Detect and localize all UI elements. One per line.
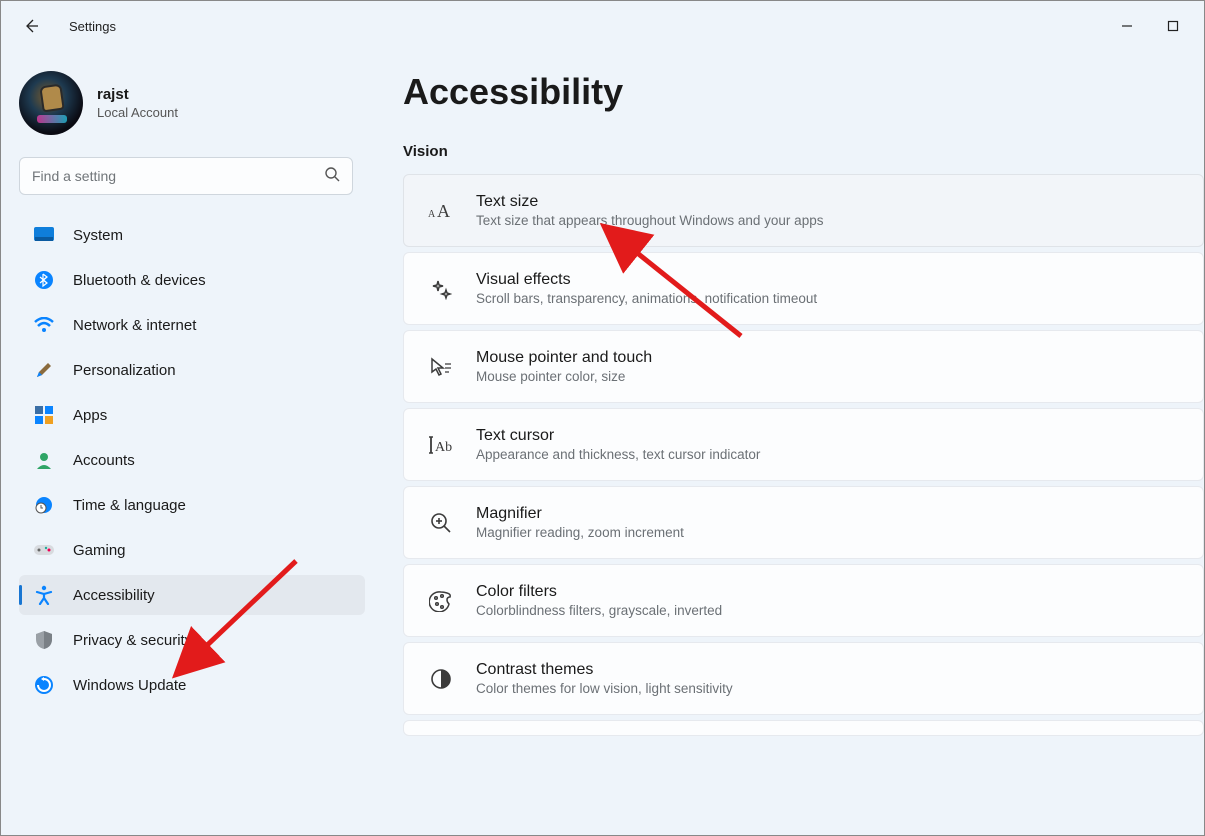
clock-globe-icon	[33, 494, 55, 516]
nav-item-time[interactable]: Time & language	[19, 485, 365, 525]
card-text-size[interactable]: AA Text size Text size that appears thro…	[403, 174, 1204, 247]
back-button[interactable]	[21, 16, 41, 36]
nav-label: Personalization	[73, 362, 176, 379]
card-mouse-pointer[interactable]: Mouse pointer and touch Mouse pointer co…	[403, 330, 1204, 403]
card-title: Text cursor	[476, 427, 760, 445]
nav-label: Accounts	[73, 452, 135, 469]
nav-label: Bluetooth & devices	[73, 272, 206, 289]
sparkle-icon	[428, 276, 454, 302]
sidebar: rajst Local Account System	[1, 51, 371, 835]
page-title: Accessibility	[403, 71, 1204, 113]
shield-icon	[33, 629, 55, 651]
profile-subtitle: Local Account	[97, 105, 178, 120]
card-title: Magnifier	[476, 505, 684, 523]
window-controls	[1104, 10, 1196, 42]
card-partial-next[interactable]	[403, 720, 1204, 736]
maximize-button[interactable]	[1150, 10, 1196, 42]
text-cursor-icon: Ab	[428, 432, 454, 458]
nav-item-gaming[interactable]: Gaming	[19, 530, 365, 570]
wifi-icon	[33, 314, 55, 336]
search-input[interactable]	[32, 168, 324, 184]
main-content: Accessibility Vision AA Text size Text s…	[371, 51, 1204, 835]
section-label: Vision	[403, 143, 1204, 160]
person-icon	[33, 449, 55, 471]
nav-item-personalization[interactable]: Personalization	[19, 350, 365, 390]
nav-item-update[interactable]: Windows Update	[19, 665, 365, 705]
card-subtitle: Scroll bars, transparency, animations, n…	[476, 291, 817, 306]
nav-item-apps[interactable]: Apps	[19, 395, 365, 435]
card-subtitle: Text size that appears throughout Window…	[476, 213, 823, 228]
card-title: Color filters	[476, 583, 722, 601]
magnifier-icon	[428, 510, 454, 536]
card-title: Visual effects	[476, 271, 817, 289]
cursor-icon	[428, 354, 454, 380]
nav-label: Accessibility	[73, 587, 155, 604]
card-title: Mouse pointer and touch	[476, 349, 652, 367]
svg-text:A: A	[428, 209, 436, 220]
bluetooth-icon	[33, 269, 55, 291]
nav-label: Apps	[73, 407, 107, 424]
apps-icon	[33, 404, 55, 426]
card-subtitle: Appearance and thickness, text cursor in…	[476, 447, 760, 462]
avatar	[19, 71, 83, 135]
search-box[interactable]	[19, 157, 353, 195]
paintbrush-icon	[33, 359, 55, 381]
nav-list: System Bluetooth & devices Network & int…	[1, 215, 371, 705]
card-title: Text size	[476, 193, 823, 211]
update-icon	[33, 674, 55, 696]
minimize-button[interactable]	[1104, 10, 1150, 42]
nav-label: Privacy & security	[73, 632, 192, 649]
nav-label: System	[73, 227, 123, 244]
card-list: AA Text size Text size that appears thro…	[403, 174, 1204, 736]
card-title: Contrast themes	[476, 661, 733, 679]
svg-text:Ab: Ab	[435, 440, 452, 455]
nav-item-accounts[interactable]: Accounts	[19, 440, 365, 480]
card-subtitle: Magnifier reading, zoom increment	[476, 525, 684, 540]
card-subtitle: Color themes for low vision, light sensi…	[476, 681, 733, 696]
nav-item-system[interactable]: System	[19, 215, 365, 255]
nav-item-bluetooth[interactable]: Bluetooth & devices	[19, 260, 365, 300]
nav-label: Windows Update	[73, 677, 186, 694]
nav-label: Gaming	[73, 542, 126, 559]
titlebar: Settings	[1, 1, 1204, 51]
card-visual-effects[interactable]: Visual effects Scroll bars, transparency…	[403, 252, 1204, 325]
card-text-cursor[interactable]: Ab Text cursor Appearance and thickness,…	[403, 408, 1204, 481]
nav-item-privacy[interactable]: Privacy & security	[19, 620, 365, 660]
nav-label: Network & internet	[73, 317, 196, 334]
nav-label: Time & language	[73, 497, 186, 514]
nav-item-accessibility[interactable]: Accessibility	[19, 575, 365, 615]
gamepad-icon	[33, 539, 55, 561]
nav-item-network[interactable]: Network & internet	[19, 305, 365, 345]
card-magnifier[interactable]: Magnifier Magnifier reading, zoom increm…	[403, 486, 1204, 559]
system-icon	[33, 224, 55, 246]
window-title: Settings	[69, 19, 116, 34]
text-size-icon: AA	[428, 198, 454, 224]
svg-text:A: A	[437, 201, 450, 221]
contrast-icon	[428, 666, 454, 692]
accessibility-icon	[33, 584, 55, 606]
card-subtitle: Mouse pointer color, size	[476, 369, 652, 384]
card-contrast-themes[interactable]: Contrast themes Color themes for low vis…	[403, 642, 1204, 715]
palette-icon	[428, 588, 454, 614]
card-subtitle: Colorblindness filters, grayscale, inver…	[476, 603, 722, 618]
profile-block[interactable]: rajst Local Account	[1, 71, 371, 135]
card-color-filters[interactable]: Color filters Colorblindness filters, gr…	[403, 564, 1204, 637]
search-icon	[324, 166, 340, 187]
profile-name: rajst	[97, 86, 178, 103]
